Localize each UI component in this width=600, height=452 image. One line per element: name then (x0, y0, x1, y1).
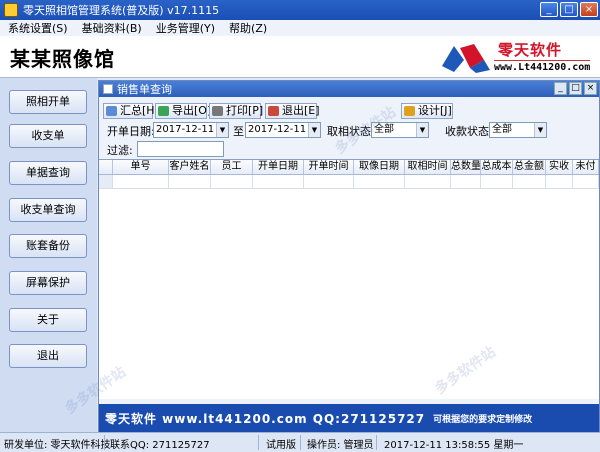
menu-help[interactable]: 帮助(Z) (229, 20, 267, 36)
status-separator (104, 435, 105, 450)
title-bar: 零天照相馆管理系统(普及版) v17.1115 _ □ × (0, 0, 600, 20)
status-edition: 试用版 (266, 440, 296, 451)
app-icon (4, 3, 18, 17)
sidebar-receipt-button[interactable]: 收支单 (9, 124, 87, 148)
menu-system-settings[interactable]: 系统设置(S) (8, 20, 68, 36)
status-separator (376, 435, 377, 450)
minimize-button[interactable]: _ (540, 2, 558, 17)
payment-status-select[interactable]: 全部 ▼ (489, 122, 547, 138)
col-order-date[interactable]: 开单日期 (253, 160, 304, 174)
child-title-bar: 销售单查询 _ □ × (99, 81, 599, 97)
col-order-no[interactable]: 单号 (113, 160, 169, 174)
to-label: 至 (233, 125, 244, 138)
filter-input[interactable] (137, 141, 224, 157)
pickup-status-label: 取相状态: (327, 125, 375, 138)
col-total-cost[interactable]: 总成本 (481, 160, 513, 174)
date-label: 开单日期: (107, 125, 155, 138)
logo-mark-icon (442, 44, 490, 73)
document-icon (103, 84, 113, 94)
col-unpaid[interactable]: 未付 (573, 160, 599, 174)
menu-business[interactable]: 业务管理(Y) (156, 20, 215, 36)
col-total-qty[interactable]: 总数量 (451, 160, 481, 174)
sidebar-photo-order-button[interactable]: 照相开单 (9, 90, 87, 114)
printer-icon (212, 106, 223, 116)
sum-icon (106, 106, 117, 116)
status-separator (300, 435, 301, 450)
child-title: 销售单查询 (117, 83, 172, 96)
status-developer: 研发单位: 零天软件科技 (4, 440, 111, 451)
date-from-value: 2017-12-11 (156, 124, 215, 135)
col-total-amount[interactable]: 总金额 (513, 160, 546, 174)
col-indicator (99, 160, 113, 174)
status-operator: 操作员: 管理员 (307, 440, 374, 451)
export-button[interactable]: 导出[O] (155, 103, 211, 119)
banner-main-text: 零天软件 www.lt441200.com QQ:271125727 (105, 411, 426, 426)
pickup-status-select[interactable]: 全部 ▼ (371, 122, 429, 138)
company-name: 某某照像馆 (10, 47, 115, 71)
sidebar-exit-button[interactable]: 退出 (9, 344, 87, 368)
sidebar-screensaver-button[interactable]: 屏幕保护 (9, 271, 87, 295)
filter-label: 过滤: (107, 144, 133, 157)
payment-status-label: 收款状态: (445, 125, 493, 138)
design-button[interactable]: 设计[J] (401, 103, 453, 119)
results-grid: 单号 客户姓名 员工 开单日期 开单时间 取像日期 取相时间 总数量 总成本 总… (99, 159, 599, 399)
status-bar: 研发单位: 零天软件科技 联系QQ: 271125727 试用版 操作员: 管理… (0, 432, 600, 452)
sales-query-window: 销售单查询 _ □ × 汇总[H] 导出[O] 打印[P] 退出[E] 设计[J… (98, 80, 600, 432)
export-icon (158, 106, 169, 116)
sidebar-receipt-query-button[interactable]: 收支单查询 (9, 198, 87, 222)
close-button[interactable]: × (580, 2, 598, 17)
exit-icon (268, 106, 279, 116)
chevron-down-icon[interactable]: ▼ (216, 123, 228, 137)
chevron-down-icon[interactable]: ▼ (416, 123, 428, 137)
logo-text: 零天软件 (498, 41, 563, 59)
sidebar-backup-button[interactable]: 账套备份 (9, 234, 87, 258)
menu-bar: 系统设置(S) 基础资料(B) 业务管理(Y) 帮助(Z) (0, 20, 600, 36)
date-to-picker[interactable]: 2017-12-11 ▼ (245, 122, 321, 138)
payment-status-value: 全部 (492, 124, 512, 135)
exit-button[interactable]: 退出[E] (265, 103, 320, 119)
status-datetime: 2017-12-11 13:58:55 星期一 (384, 440, 524, 451)
menu-basic-data[interactable]: 基础资料(B) (82, 20, 142, 36)
status-qq: 联系QQ: 271125727 (110, 440, 210, 451)
filter-row: 开单日期: 2017-12-11 ▼ 至 2017-12-11 ▼ 取相状态: … (103, 122, 597, 138)
print-button[interactable]: 打印[P] (209, 103, 264, 119)
chevron-down-icon[interactable]: ▼ (308, 123, 320, 137)
sidebar-order-query-button[interactable]: 单据查询 (9, 161, 87, 185)
chevron-down-icon[interactable]: ▼ (534, 123, 546, 137)
design-icon (404, 106, 415, 116)
col-employee[interactable]: 员工 (211, 160, 253, 174)
date-from-picker[interactable]: 2017-12-11 ▼ (153, 122, 229, 138)
date-to-value: 2017-12-11 (248, 124, 307, 135)
sidebar-about-button[interactable]: 关于 (9, 308, 87, 332)
child-close-button[interactable]: × (584, 82, 597, 95)
design-label: 设计[J] (418, 104, 452, 117)
print-label: 打印[P] (226, 104, 264, 117)
status-separator (258, 435, 259, 450)
banner-note-text: 可根据您的要求定制修改 (433, 414, 533, 425)
exit-label: 退出[E] (282, 104, 320, 117)
table-row[interactable] (99, 175, 599, 189)
summary-label: 汇总[H] (120, 104, 159, 117)
grid-header: 单号 客户姓名 员工 开单日期 开单时间 取像日期 取相时间 总数量 总成本 总… (99, 160, 599, 175)
col-pickup-date[interactable]: 取像日期 (354, 160, 405, 174)
col-received[interactable]: 实收 (546, 160, 573, 174)
child-minimize-button[interactable]: _ (554, 82, 567, 95)
promo-banner: 零天软件 www.lt441200.com QQ:271125727 可根据您的… (99, 404, 599, 432)
col-customer-name[interactable]: 客户姓名 (169, 160, 211, 174)
sidebar: 照相开单 收支单 单据查询 收支单查询 账套备份 屏幕保护 关于 退出 (0, 78, 97, 432)
col-order-time[interactable]: 开单时间 (304, 160, 354, 174)
pickup-status-value: 全部 (374, 124, 394, 135)
export-label: 导出[O] (172, 104, 212, 117)
logo-url: www.Lt441200.com (494, 60, 591, 73)
maximize-button[interactable]: □ (560, 2, 578, 17)
col-pickup-time[interactable]: 取相时间 (405, 160, 451, 174)
header: 某某照像馆 零天软件 www.Lt441200.com (0, 36, 600, 78)
summary-button[interactable]: 汇总[H] (103, 103, 159, 119)
child-maximize-button[interactable]: □ (569, 82, 582, 95)
window-title: 零天照相馆管理系统(普及版) v17.1115 (23, 4, 220, 17)
